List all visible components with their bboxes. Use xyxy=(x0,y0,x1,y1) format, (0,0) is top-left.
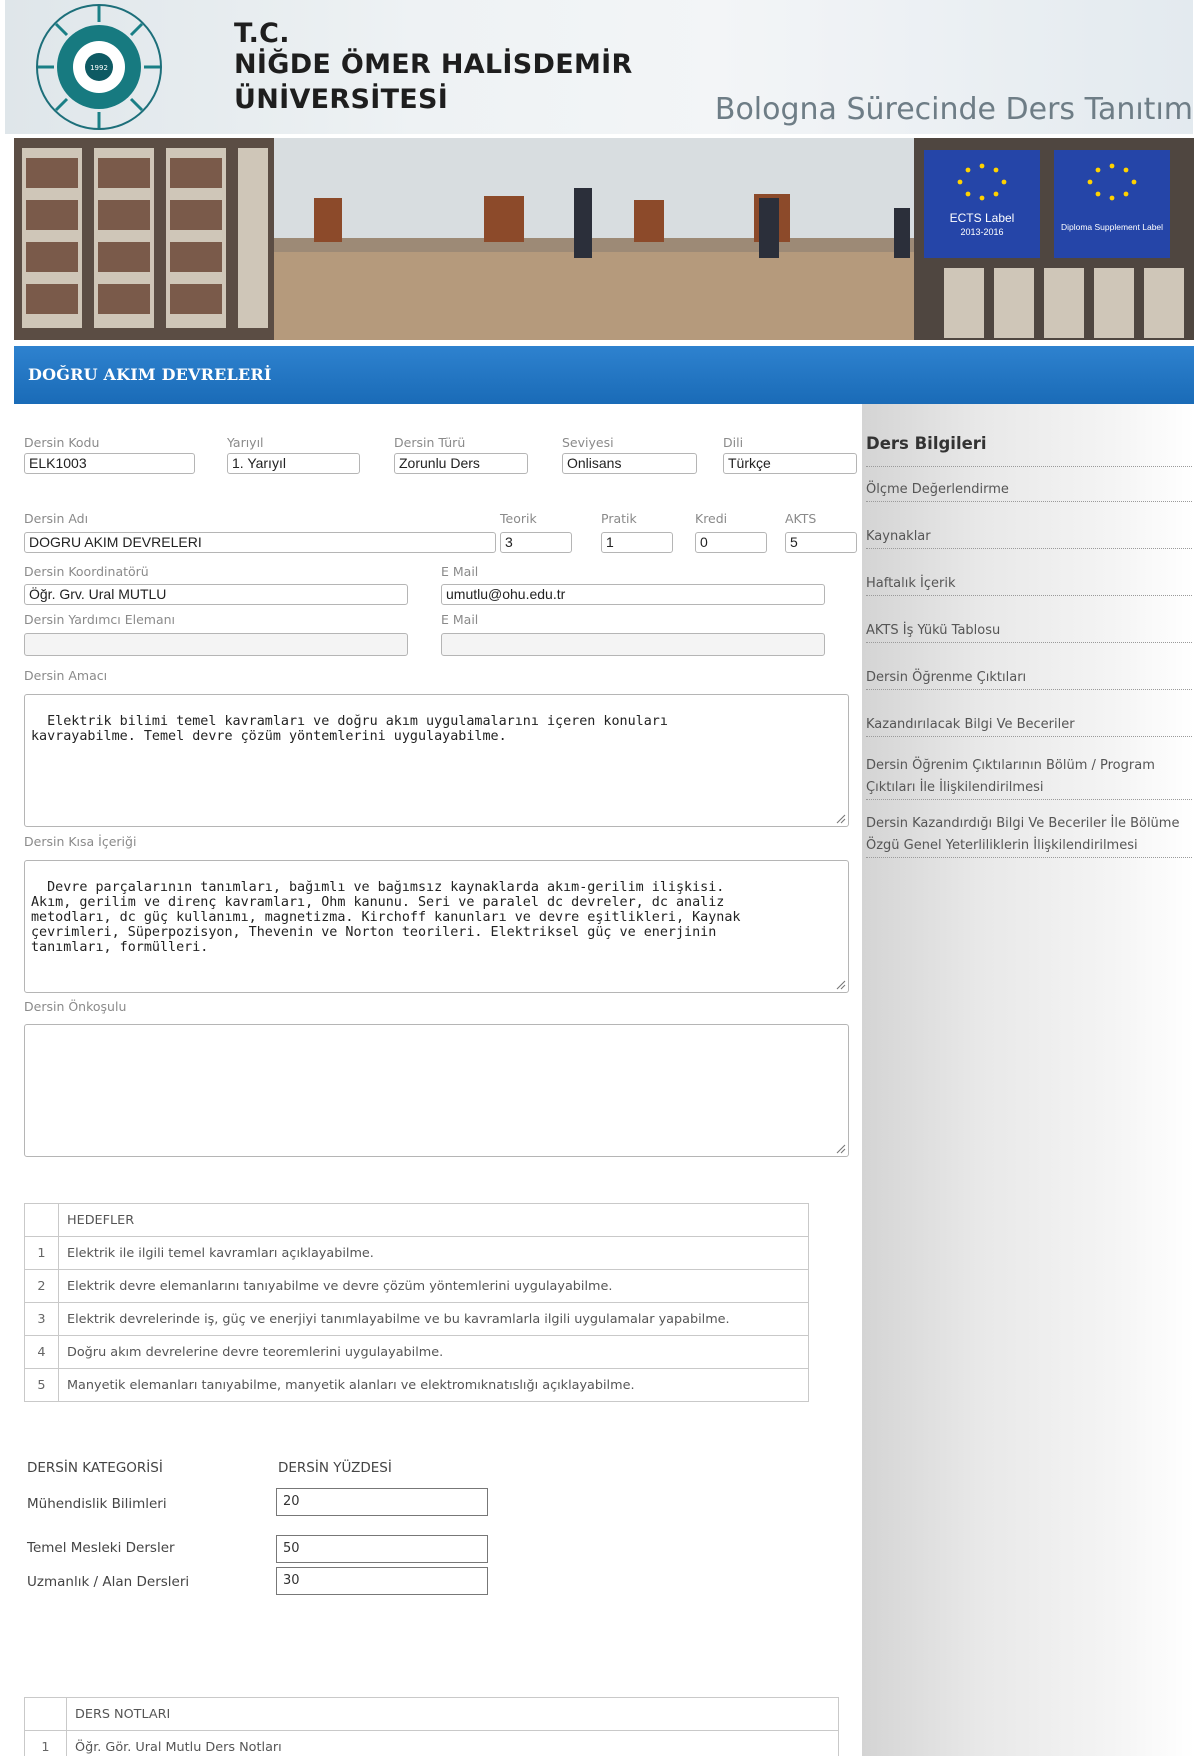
resize-handle-icon[interactable] xyxy=(836,1144,846,1154)
sidebar-item-akts[interactable]: AKTS İş Yükü Tablosu xyxy=(866,620,1192,643)
category-percentage-field[interactable]: 30 xyxy=(276,1567,488,1595)
category-name: Mühendislik Bilimleri xyxy=(27,1496,167,1512)
table-row: 1 Öğr. Gör. Ural Mutlu Ders Notları xyxy=(24,1730,839,1756)
university-logo[interactable]: 1992 xyxy=(31,2,167,132)
theory-label: Teorik xyxy=(500,511,537,526)
email-label: E Mail xyxy=(441,564,479,579)
notes-header: DERS NOTLARI xyxy=(66,1697,839,1731)
tc-label: T.C. xyxy=(234,18,290,49)
objective-item: Elektrik devre elemanlarını tanıyabilme … xyxy=(58,1269,809,1303)
table-row: 2 Elektrik devre elemanlarını tanıyabilm… xyxy=(24,1269,809,1303)
objective-text: Elektrik bilimi temel kavramları ve doğr… xyxy=(31,714,668,744)
category-name: Uzmanlık / Alan Dersleri xyxy=(27,1574,190,1590)
semester-field[interactable]: 1. Yarıyıl xyxy=(227,453,360,474)
content-label: Dersin Kısa İçeriği xyxy=(24,834,137,849)
email2-field[interactable] xyxy=(441,633,825,656)
course-type-field[interactable]: Zorunlu Ders xyxy=(394,453,528,474)
table-header-row: HEDEFLER xyxy=(24,1203,809,1237)
table-row: 5 Manyetik elemanları tanıyabilme, manye… xyxy=(24,1368,809,1402)
practice-label: Pratik xyxy=(601,511,637,526)
credit-field[interactable]: 0 xyxy=(695,532,767,553)
category-percentage-field[interactable]: 50 xyxy=(276,1535,488,1563)
practice-field[interactable]: 1 xyxy=(601,532,673,553)
objective-item: Elektrik devrelerinde iş, güç ve enerjiy… xyxy=(58,1302,809,1336)
sidebar-item-kazandirilacak[interactable]: Kazandırılacak Bilgi Ve Beceriler xyxy=(866,714,1192,737)
resize-handle-icon[interactable] xyxy=(836,814,846,824)
table-row: 4 Doğru akım devrelerine devre teoremler… xyxy=(24,1335,809,1369)
sidebar-item-ogrenme[interactable]: Dersin Öğrenme Çıktıları xyxy=(866,667,1192,690)
ects-label: AKTS xyxy=(785,511,817,526)
level-field[interactable]: Onlisans xyxy=(562,453,697,474)
objective-label: Dersin Amacı xyxy=(24,668,108,683)
course-name-label: Dersin Adı xyxy=(24,511,89,526)
ects-years: 2013-2016 xyxy=(960,227,1003,237)
coordinator-label: Dersin Koordinatörü xyxy=(24,564,149,579)
row-number: 5 xyxy=(24,1368,59,1402)
row-number: 2 xyxy=(24,1269,59,1303)
site-header: 1992 T.C. NİĞDE ÖMER HALİSDEMİR ÜNİVERSİ… xyxy=(5,0,1193,134)
theory-field[interactable]: 3 xyxy=(500,532,572,553)
category-header: DERSİN KATEGORİSİ xyxy=(27,1460,163,1476)
percentage-header: DERSİN YÜZDESİ xyxy=(278,1460,392,1476)
notes-table: DERS NOTLARI 1 Öğr. Gör. Ural Mutlu Ders… xyxy=(24,1697,839,1756)
university-name-line1: NİĞDE ÖMER HALİSDEMİR xyxy=(234,49,633,80)
sidebar xyxy=(862,404,1194,1756)
course-title-bar: DOĞRU AKIM DEVRELERİ xyxy=(14,346,1194,404)
course-type-label: Dersin Türü xyxy=(394,435,466,450)
category-name: Temel Mesleki Dersler xyxy=(27,1540,175,1556)
table-header-row: DERS NOTLARI xyxy=(24,1697,839,1731)
row-number: 3 xyxy=(24,1302,59,1336)
sidebar-item-program-ciktilari[interactable]: Dersin Öğrenim Çıktılarının Bölüm / Prog… xyxy=(866,755,1192,800)
coordinator-field[interactable]: Öğr. Grv. Ural MUTLU xyxy=(24,584,408,605)
objectives-table: HEDEFLER 1 Elektrik ile ilgili temel kav… xyxy=(24,1203,809,1402)
prerequisite-textarea[interactable] xyxy=(24,1024,849,1157)
course-name-field[interactable]: DOGRU AKIM DEVRELERI xyxy=(24,532,496,553)
sidebar-divider xyxy=(866,466,1192,467)
prerequisite-label: Dersin Önkoşulu xyxy=(24,999,127,1014)
content-textarea[interactable]: Devre parçalarının tanımları, bağımlı ve… xyxy=(24,860,849,993)
table-row: 3 Elektrik devrelerinde iş, güç ve enerj… xyxy=(24,1302,809,1336)
notes-link[interactable]: Öğr. Gör. Ural Mutlu Ders Notları xyxy=(66,1730,839,1756)
resize-handle-icon[interactable] xyxy=(836,980,846,990)
logo-year: 1992 xyxy=(90,64,108,72)
semester-label: Yarıyıl xyxy=(227,435,264,450)
credit-label: Kredi xyxy=(695,511,728,526)
course-code-label: Dersin Kodu xyxy=(24,435,100,450)
ects-label-text: ECTS Label xyxy=(950,211,1015,225)
objectives-header: HEDEFLER xyxy=(58,1203,809,1237)
language-label: Dili xyxy=(723,435,744,450)
assistant-field[interactable] xyxy=(24,633,408,656)
content-text: Devre parçalarının tanımları, bağımlı ve… xyxy=(31,880,741,955)
email2-label: E Mail xyxy=(441,612,479,627)
objective-item: Manyetik elemanları tanıyabilme, manyeti… xyxy=(58,1368,809,1402)
email-field[interactable]: umutlu@ohu.edu.tr xyxy=(441,584,825,605)
objective-item: Elektrik ile ilgili temel kavramları açı… xyxy=(58,1236,809,1270)
level-label: Seviyesi xyxy=(562,435,614,450)
sidebar-item-genel-yeterlilik[interactable]: Dersin Kazandırdığı Bilgi Ve Beceriler İ… xyxy=(866,813,1192,858)
table-row: 1 Elektrik ile ilgili temel kavramları a… xyxy=(24,1236,809,1270)
row-number: 4 xyxy=(24,1335,59,1369)
row-number: 1 xyxy=(24,1236,59,1270)
sidebar-item-haftalik[interactable]: Haftalık İçerik xyxy=(866,573,1192,596)
ects-field[interactable]: 5 xyxy=(785,532,857,553)
category-percentage-field[interactable]: 20 xyxy=(276,1488,488,1516)
diploma-supplement-text: Diploma Supplement Label xyxy=(1061,222,1163,232)
sidebar-item-olcme[interactable]: Ölçme Değerlendirme xyxy=(866,479,1192,502)
objective-item: Doğru akım devrelerine devre teoremlerin… xyxy=(58,1335,809,1369)
library-banner: ECTS Label 2013-2016 Diploma Supplement … xyxy=(14,138,1194,340)
university-name-line2: ÜNİVERSİTESİ xyxy=(234,84,449,115)
row-number: 1 xyxy=(24,1730,67,1756)
sidebar-title: Ders Bilgileri xyxy=(866,434,987,453)
course-code-field[interactable]: ELK1003 xyxy=(24,453,195,474)
course-title: DOĞRU AKIM DEVRELERİ xyxy=(28,365,272,384)
assistant-label: Dersin Yardımcı Elemanı xyxy=(24,612,176,627)
language-field[interactable]: Türkçe xyxy=(723,453,857,474)
sidebar-item-kaynaklar[interactable]: Kaynaklar xyxy=(866,526,1192,549)
objective-textarea[interactable]: Elektrik bilimi temel kavramları ve doğr… xyxy=(24,694,849,827)
bologna-title: Bologna Sürecinde Ders Tanıtım xyxy=(714,92,1193,127)
